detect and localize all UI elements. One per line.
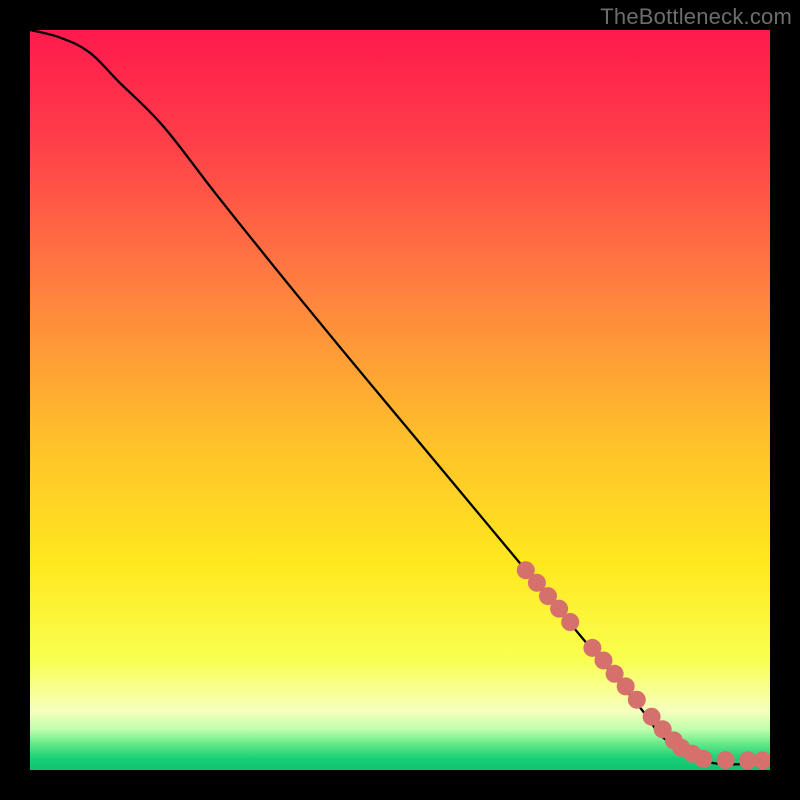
plot-area	[30, 30, 770, 770]
chart-frame: TheBottleneck.com	[0, 0, 800, 800]
optimal-green-band	[30, 711, 770, 770]
credit-watermark: TheBottleneck.com	[600, 4, 792, 30]
heat-gradient-background	[30, 30, 770, 770]
